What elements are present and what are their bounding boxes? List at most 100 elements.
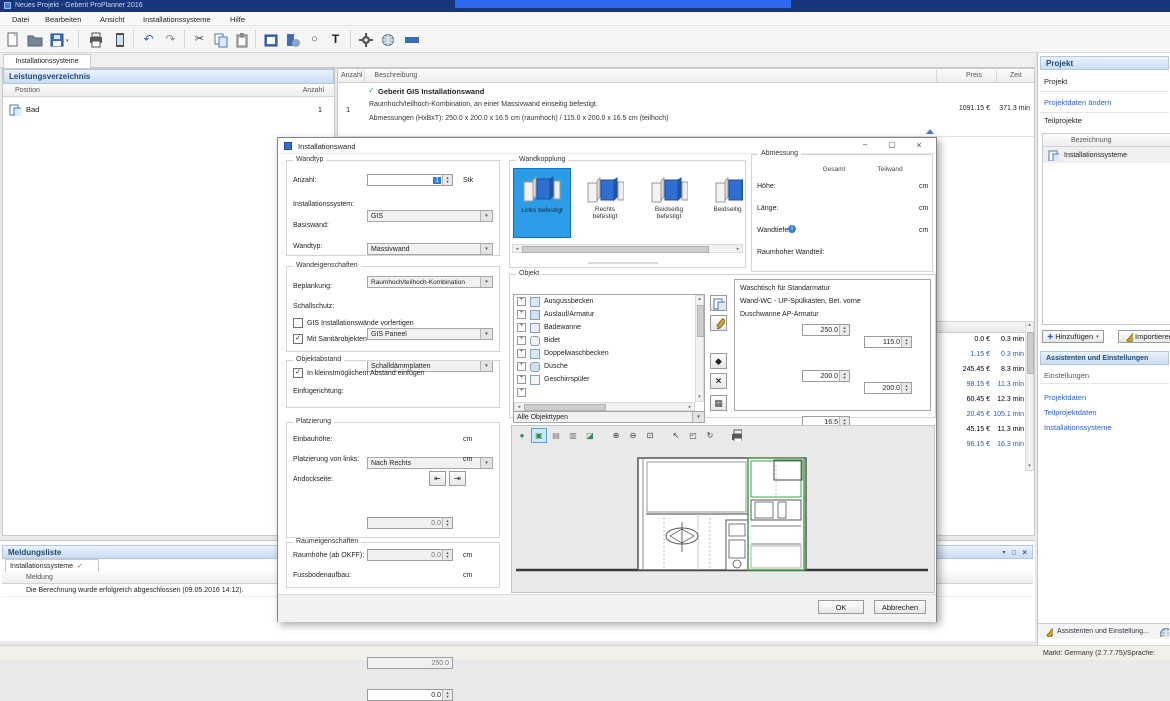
object-add-button[interactable]: ◆ <box>710 353 727 369</box>
fill-drop-button[interactable]: ● <box>514 428 530 443</box>
scroll-up-icon[interactable]: ▴ <box>696 296 703 303</box>
sanitaerobjekte-checkbox[interactable]: ✓ Mit Sanitärobjekten <box>293 334 367 344</box>
object-remove-button[interactable]: × <box>710 373 727 389</box>
lv-row-bad[interactable]: Bad 1 <box>3 101 334 117</box>
spec-header-row[interactable]: Anzahl Beschreibung Preis Zeit <box>338 69 1034 83</box>
tree-vscrollbar[interactable]: ▴ ▾ <box>695 295 704 402</box>
scrollbar-thumb[interactable] <box>1027 332 1034 374</box>
tree-item-ausgussbecken[interactable]: +Ausgussbecken <box>514 295 704 308</box>
tree-item-dusche[interactable]: +Dusche <box>514 360 704 373</box>
raumhoehe-field[interactable]: 250.0 <box>367 657 453 669</box>
anzahl-field[interactable]: 1 ▴▾ <box>367 174 453 186</box>
tile-beidseitig-fle[interactable]: Beidseitig Fle <box>704 171 743 235</box>
zoom-fit-button[interactable]: ⊡ <box>642 428 658 443</box>
checkbox-checked[interactable]: ✓ <box>293 334 303 344</box>
menu-datei[interactable]: Datei <box>12 15 30 24</box>
spinner[interactable]: ▴▾ <box>901 337 911 347</box>
save-button[interactable] <box>47 30 66 49</box>
scrollbar-thumb[interactable] <box>697 305 704 337</box>
pin-icon[interactable]: ◻ <box>1011 549 1016 556</box>
tile-beidseitig-befestigt[interactable]: Beidseitig befestigt <box>640 171 698 235</box>
panel-menu-icon[interactable]: ▾ <box>1002 549 1005 556</box>
scrollbar-thumb[interactable] <box>524 404 606 411</box>
link-projektdaten[interactable]: Projektdaten <box>1044 393 1086 402</box>
expand-icon[interactable]: + <box>517 349 526 358</box>
close-button[interactable]: × <box>910 140 928 152</box>
minimize-button[interactable]: – <box>856 140 874 152</box>
copy-button[interactable] <box>211 30 230 49</box>
maximize-button[interactable]: ▢ <box>883 140 901 152</box>
spinner[interactable]: ▴▾ <box>442 518 452 528</box>
new-button[interactable] <box>3 30 22 49</box>
info-icon[interactable]: i <box>788 225 796 233</box>
wandkopplung-scrollbar[interactable]: ◂ ▸ <box>512 244 743 253</box>
einbauhoehe-field[interactable]: 0.0▴▾ <box>367 517 453 529</box>
hoehe-teilwand-field[interactable]: 115.0▴▾ <box>864 336 912 348</box>
scrollbar-thumb[interactable] <box>522 246 709 253</box>
expand-icon[interactable]: + <box>517 310 526 319</box>
anzahl-spinner[interactable]: ▴▾ <box>442 175 452 185</box>
language-button[interactable] <box>378 30 397 49</box>
expand-icon[interactable]: + <box>517 388 526 397</box>
undo-button[interactable]: ↶ <box>139 29 158 48</box>
andock-rechts-button[interactable]: ⇥ <box>449 471 466 486</box>
objekttyp-filter-select[interactable]: Alle Objekttypen▾ <box>513 411 705 423</box>
circle-tool-button[interactable]: ○ <box>305 29 324 48</box>
text-tool-button[interactable]: T <box>326 29 345 48</box>
scroll-right-icon[interactable]: ▸ <box>735 246 741 253</box>
selected-object-item[interactable]: Duschwanne AP-Armatur <box>740 311 930 318</box>
open-button[interactable] <box>25 30 44 49</box>
tree-item-doppelwaschbecken[interactable]: +Doppelwaschbecken <box>514 347 704 360</box>
menu-installationssysteme[interactable]: Installationssysteme <box>143 15 211 24</box>
expand-icon[interactable]: + <box>517 323 526 332</box>
menu-ansicht[interactable]: Ansicht <box>100 15 125 24</box>
scroll-down-icon[interactable]: ▾ <box>696 394 703 401</box>
dialog-title-bar[interactable]: Installationswand – ▢ × <box>278 138 936 154</box>
close-panel-icon[interactable]: × <box>1022 548 1027 557</box>
lv-column-header[interactable]: Position Anzahl <box>3 84 334 97</box>
checkbox-unchecked[interactable] <box>293 318 303 328</box>
expand-icon[interactable]: + <box>517 336 526 345</box>
tree-item-auslauf-armatur[interactable]: +Auslauf/Armatur <box>514 308 704 321</box>
spinner[interactable]: ▴▾ <box>839 325 849 335</box>
andock-links-button[interactable]: ⇤ <box>429 471 446 486</box>
group-einstellungen[interactable]: Einstellungen <box>1044 371 1089 380</box>
link-teilprojektdaten[interactable]: Teilprojektdaten <box>1044 408 1097 417</box>
save-dropdown[interactable]: ▾ <box>66 38 69 44</box>
print-preview-button[interactable] <box>728 428 744 443</box>
sidebar-item-teilprojekte[interactable]: Teilprojekte <box>1044 116 1082 125</box>
scroll-left-icon[interactable]: ◂ <box>516 404 522 411</box>
paste-button[interactable] <box>232 30 251 49</box>
checkbox-checked[interactable]: ✓ <box>293 368 303 378</box>
fussboden-field[interactable]: 0.0▴▾ <box>367 689 453 701</box>
cut-button[interactable]: ✂ <box>190 29 209 48</box>
list-column-header[interactable]: Bezeichnung <box>1043 134 1170 147</box>
spinner[interactable]: ▴▾ <box>901 383 911 393</box>
basiswand-select[interactable]: Massivwand▾ <box>367 243 493 255</box>
vertical-scrollbar[interactable]: ▴ ▾ <box>1025 321 1034 471</box>
scroll-down-icon[interactable]: ▾ <box>1026 463 1033 470</box>
frame-tool-button[interactable]: ◰ <box>685 428 701 443</box>
component-button[interactable] <box>283 30 302 49</box>
tree-item-geschirrspueler[interactable]: +Geschirrspüler <box>514 373 704 386</box>
menu-bearbeiten[interactable]: Bearbeiten <box>45 15 81 24</box>
tree-item-badewanne[interactable]: +Badewanne <box>514 321 704 334</box>
scroll-left-icon[interactable]: ◂ <box>514 246 520 253</box>
wall-preview-drawing[interactable] <box>512 444 934 592</box>
laenge-gesamt-field[interactable]: 200.0▴▾ <box>802 370 850 382</box>
redo-button[interactable]: ↷ <box>161 29 180 48</box>
object-copy-button[interactable] <box>710 295 727 311</box>
hinzufuegen-button[interactable]: ✚ Hinzufügen ▾ <box>1042 330 1104 343</box>
scroll-right-icon[interactable]: ▸ <box>687 404 693 411</box>
zoom-out-button[interactable]: ⊖ <box>625 428 641 443</box>
refresh-view-button[interactable]: ◪ <box>582 428 598 443</box>
preview-button[interactable] <box>110 30 129 49</box>
tile-rechts-befestigt[interactable]: Rechts befestigt <box>578 171 632 235</box>
wall-button[interactable] <box>261 30 280 49</box>
assistenten-bottom-bar[interactable]: Assistenten und Einstellung... <box>1038 624 1170 639</box>
rotate-tool-button[interactable]: ↻ <box>702 428 718 443</box>
select-tool-button[interactable]: ↖ <box>668 428 684 443</box>
tree-item-partial[interactable]: + <box>514 386 704 399</box>
hoehe-gesamt-field[interactable]: 250.0▴▾ <box>802 324 850 336</box>
list-item-installationssysteme[interactable]: Installationssysteme <box>1043 147 1170 163</box>
